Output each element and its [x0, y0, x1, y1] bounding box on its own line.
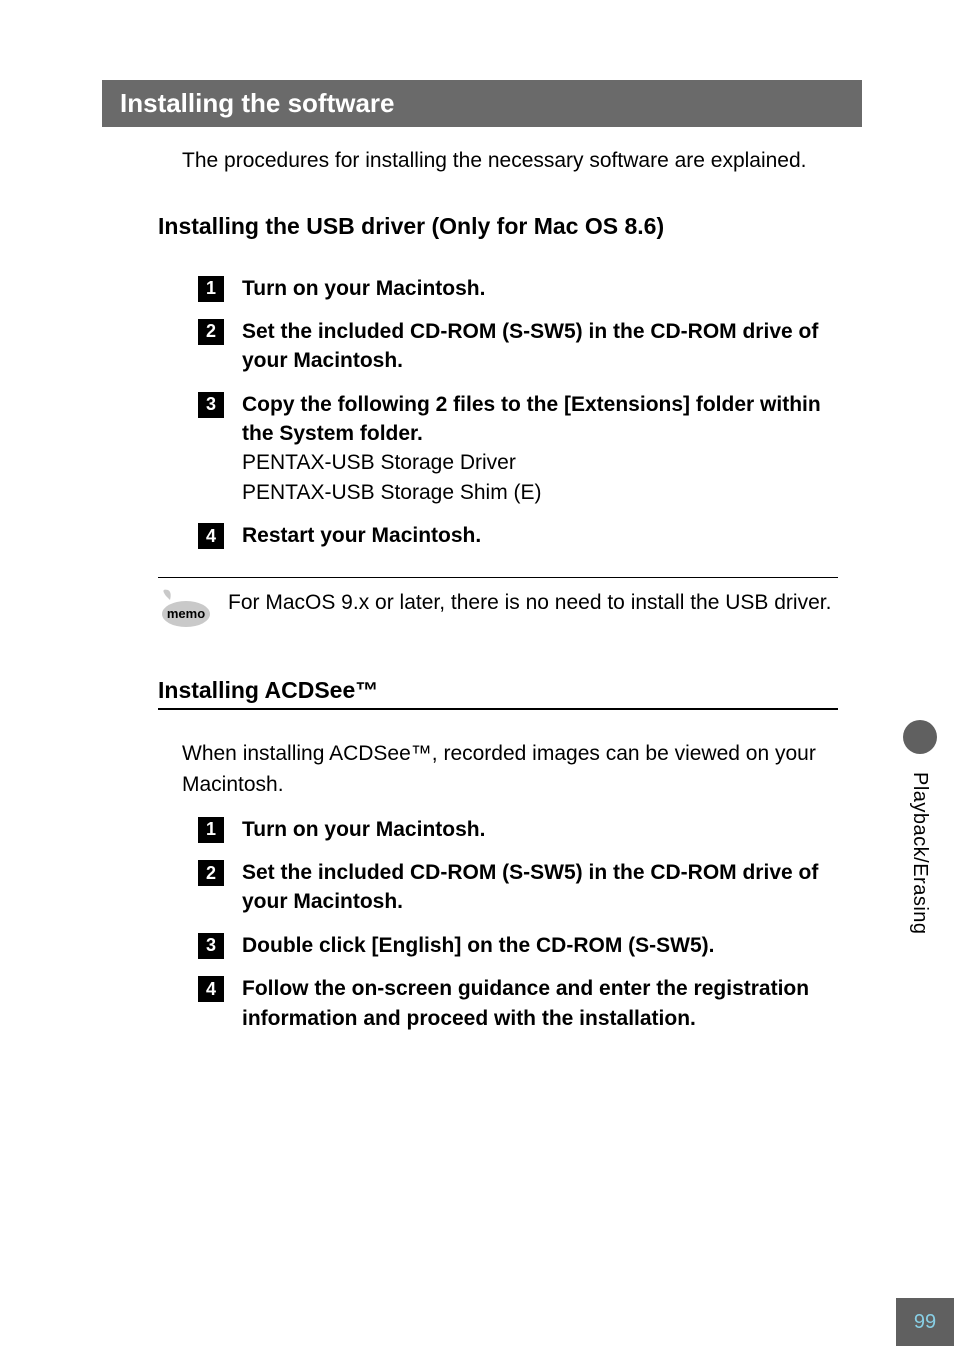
- subsection1-title: Installing the USB driver (Only for Mac …: [158, 213, 838, 240]
- step-number-box: 2: [198, 319, 224, 345]
- step-item: 3 Double click [English] on the CD-ROM (…: [198, 931, 838, 960]
- step-text: Turn on your Macintosh.: [242, 815, 485, 844]
- tab-circle-icon: [903, 720, 937, 754]
- step-bold: Turn on your Macintosh.: [242, 277, 485, 300]
- memo-block: memo For MacOS 9.x or later, there is no…: [158, 577, 838, 633]
- step-bold: Turn on your Macintosh.: [242, 818, 485, 841]
- step-desc: PENTAX-USB Storage Driver PENTAX-USB Sto…: [242, 451, 542, 503]
- memo-icon: memo: [158, 584, 218, 633]
- subsection2-title: Installing ACDSee™: [158, 677, 838, 710]
- step-text: Turn on your Macintosh.: [242, 274, 485, 303]
- step-text: Copy the following 2 files to the [Exten…: [242, 390, 838, 508]
- step-number-box: 3: [198, 933, 224, 959]
- side-tab: Playback/Erasing: [896, 720, 954, 1100]
- step-number-box: 3: [198, 392, 224, 418]
- step-text: Set the included CD-ROM (S-SW5) in the C…: [242, 317, 838, 376]
- step-text: Restart your Macintosh.: [242, 521, 481, 550]
- step-text: Double click [English] on the CD-ROM (S-…: [242, 931, 715, 960]
- step-item: 4 Restart your Macintosh.: [198, 521, 838, 550]
- step-item: 4 Follow the on-screen guidance and ente…: [198, 974, 838, 1033]
- step-bold: Set the included CD-ROM (S-SW5) in the C…: [242, 861, 818, 913]
- step-bold: Follow the on-screen guidance and enter …: [242, 977, 809, 1029]
- page-container: Installing the software The procedures f…: [0, 0, 954, 1346]
- step-item: 2 Set the included CD-ROM (S-SW5) in the…: [198, 317, 838, 376]
- side-tab-label: Playback/Erasing: [908, 772, 931, 935]
- intro-text: The procedures for installing the necess…: [182, 145, 838, 177]
- step-bold: Double click [English] on the CD-ROM (S-…: [242, 934, 715, 957]
- step-item: 1 Turn on your Macintosh.: [198, 815, 838, 844]
- step-text: Set the included CD-ROM (S-SW5) in the C…: [242, 858, 838, 917]
- step-number-box: 4: [198, 523, 224, 549]
- memo-label-text: memo: [167, 606, 205, 621]
- step-number-box: 2: [198, 860, 224, 886]
- step-number-box: 1: [198, 276, 224, 302]
- memo-text: For MacOS 9.x or later, there is no need…: [228, 588, 831, 617]
- section-title: Installing the software: [102, 80, 862, 127]
- step-text: Follow the on-screen guidance and enter …: [242, 974, 838, 1033]
- step-bold: Set the included CD-ROM (S-SW5) in the C…: [242, 320, 818, 372]
- step-item: 3 Copy the following 2 files to the [Ext…: [198, 390, 838, 508]
- page-number: 99: [896, 1298, 954, 1346]
- step-bold: Copy the following 2 files to the [Exten…: [242, 393, 821, 445]
- step-bold: Restart your Macintosh.: [242, 524, 481, 547]
- step-item: 1 Turn on your Macintosh.: [198, 274, 838, 303]
- step-number-box: 1: [198, 817, 224, 843]
- intro2-text: When installing ACDSee™, recorded images…: [182, 738, 838, 801]
- step-number-box: 4: [198, 976, 224, 1002]
- step-item: 2 Set the included CD-ROM (S-SW5) in the…: [198, 858, 838, 917]
